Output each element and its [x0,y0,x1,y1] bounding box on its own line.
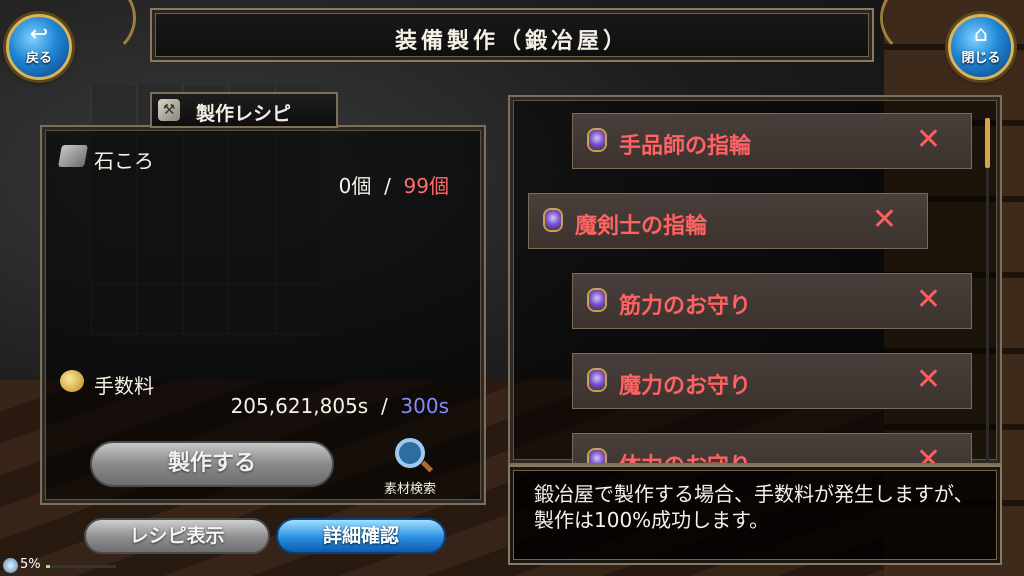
status-bar-fill [46,565,50,568]
unavailable-mark: ✕ [915,122,941,157]
info-message: 鍛冶屋で製作する場合、手数料が発生しますが、製作は100%成功します。 [534,482,974,532]
item-name: 魔剣士の指輪 [575,214,708,239]
page-title: 装備製作（鍛冶屋） [394,29,629,54]
unavailable-mark: ✕ [871,202,897,237]
close-label: 閉じる [961,51,1001,66]
title-bar: 装備製作（鍛冶屋） [150,8,874,62]
fee-amount: 205,621,805s / 300s [231,394,449,418]
detail-button[interactable]: 詳細確認 [276,518,446,554]
item-name: 魔力のお守り [619,374,752,399]
magnifier-icon [395,438,425,468]
material-separator: / [384,174,391,198]
craft-button-label: 製作する [167,451,256,476]
item-name: 手品師の指輪 [619,134,752,159]
recipe-list-panel[interactable]: 手品師の指輪 ✕ 魔剣士の指輪 ✕ 筋力のお守り ✕ 魔力のお守り ✕ 体力のお… [508,95,1002,465]
recipe-header-label: 製作レシピ [196,103,292,125]
fee-owned: 205,621,805s [230,394,369,418]
material-search-button[interactable]: 素材検索 [370,438,450,497]
info-message-box: 鍛冶屋で製作する場合、手数料が発生しますが、製作は100%成功します。 [508,465,1002,565]
unavailable-mark: ✕ [915,282,941,317]
material-count: 0個 / 99個 [339,170,449,199]
material-search-label: 素材検索 [383,482,436,497]
unavailable-mark: ✕ [915,442,941,465]
back-arrow-icon: ↩ [29,22,49,47]
list-item-selected[interactable]: 魔剣士の指輪 ✕ [528,193,928,249]
status-orb-icon [3,558,18,573]
list-item[interactable]: 魔力のお守り ✕ [572,353,972,409]
charm-icon [589,370,605,390]
craft-button[interactable]: 製作する [90,441,334,487]
fee-separator: / [380,394,388,418]
list-item[interactable]: 手品師の指輪 ✕ [572,113,972,169]
unavailable-mark: ✕ [915,362,941,397]
coin-icon [60,370,84,392]
stone-icon [58,145,88,167]
material-required: 99個 [403,174,449,198]
status-bar [46,565,116,568]
charm-icon [589,290,605,310]
material-name: 石ころ [94,149,154,173]
back-button[interactable]: ↩ 戻る [6,14,72,80]
detail-label: 詳細確認 [322,525,399,547]
close-button[interactable]: ⌂ 閉じる [948,14,1014,80]
ring-icon [545,210,561,230]
charm-icon [589,450,605,463]
recipe-scroll-icon: ⚒ [158,99,180,121]
item-name: 筋力のお守り [619,294,752,319]
list-item[interactable]: 筋力のお守り ✕ [572,273,972,329]
back-label: 戻る [25,51,52,66]
status-percent: 5% [20,557,41,572]
status-indicator: 5% [0,556,120,576]
list-item[interactable]: 体力のお守り ✕ [572,433,972,465]
item-name: 体力のお守り [619,448,751,463]
material-owned: 0個 [338,174,372,198]
fee-label: 手数料 [94,374,154,398]
recipe-view-label: レシピ表示 [129,525,225,547]
recipe-view-button[interactable]: レシピ表示 [84,518,270,554]
fee-required: 300s [400,394,449,418]
home-icon: ⌂ [974,22,988,47]
recipe-header: ⚒ 製作レシピ [150,92,338,128]
scrollbar-thumb[interactable] [985,118,990,168]
ring-icon [589,130,605,150]
scrollbar-track[interactable] [986,118,989,463]
